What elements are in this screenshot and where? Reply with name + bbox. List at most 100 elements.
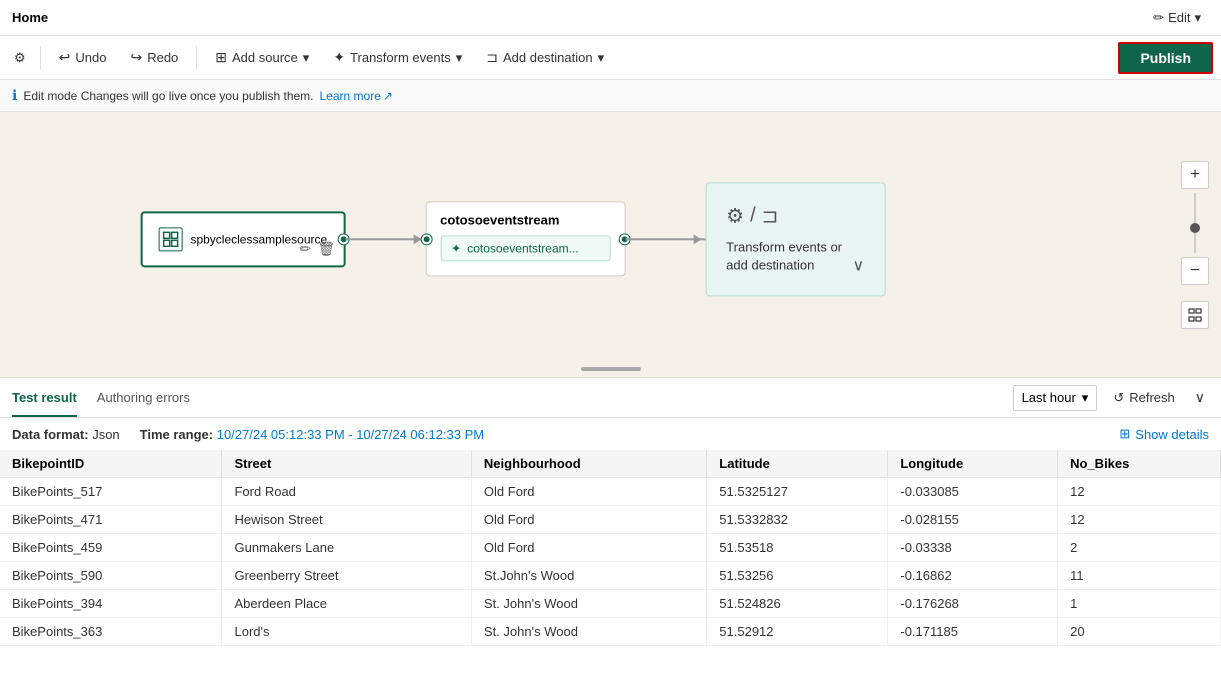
canvas: spbycleclessamplesource ✏ 🗑 cotosoevents… xyxy=(0,112,1221,377)
refresh-icon: ↺ xyxy=(1113,390,1124,406)
stream-node[interactable]: cotosoeventstream ✦ cotosoeventstream... xyxy=(425,202,625,277)
zoom-slider[interactable] xyxy=(1194,193,1196,253)
zoom-controls: + − xyxy=(1181,161,1209,329)
transform-events-chevron-icon: ▾ xyxy=(456,50,463,66)
transform-chevron-icon: ∨ xyxy=(852,255,864,275)
refresh-button[interactable]: ↺ Refresh xyxy=(1105,386,1182,410)
edit-label: Edit xyxy=(1168,10,1190,25)
col-header-bikepointid: BikepointID xyxy=(0,450,222,478)
add-destination-chevron-icon: ▾ xyxy=(598,50,605,66)
toolbar-separator-2 xyxy=(196,46,197,70)
toolbar-separator xyxy=(40,46,41,70)
stream-icon: ✦ xyxy=(451,242,461,256)
refresh-label: Refresh xyxy=(1129,390,1175,405)
transform-line1: Transform events or xyxy=(726,239,842,257)
time-range-group: Time range: 10/27/24 05:12:33 PM - 10/27… xyxy=(140,427,484,442)
stream-node-dot-left xyxy=(421,234,431,244)
transform-node-icons: ⚙ / ⊐ xyxy=(726,204,842,229)
col-header-neighbourhood: Neighbourhood xyxy=(471,450,706,478)
table-row: BikePoints_471Hewison StreetOld Ford51.5… xyxy=(0,506,1221,534)
add-source-chevron-icon: ▾ xyxy=(303,50,310,66)
table-row: BikePoints_363Lord'sSt. John's Wood51.52… xyxy=(0,618,1221,646)
canvas-scrollbar xyxy=(581,367,641,371)
add-destination-label: Add destination xyxy=(503,50,593,65)
data-info-left: Data format: Json Time range: 10/27/24 0… xyxy=(12,427,484,442)
transform-line2: add destination xyxy=(726,257,842,275)
settings-button[interactable]: ⚙ xyxy=(8,44,32,72)
publish-button[interactable]: Publish xyxy=(1118,42,1213,74)
table-row: BikePoints_590Greenberry StreetSt.John's… xyxy=(0,562,1221,590)
source-node-actions: ✏ 🗑 xyxy=(300,240,336,257)
time-select[interactable]: Last hour ▾ xyxy=(1013,385,1098,411)
transform-events-button[interactable]: ✦ Transform events ▾ xyxy=(323,43,472,72)
edit-banner-message: Edit mode Changes will go live once you … xyxy=(23,89,313,103)
data-table: BikepointID Street Neighbourhood Latitud… xyxy=(0,450,1221,699)
zoom-out-button[interactable]: − xyxy=(1181,257,1209,285)
pencil-icon: ✏ xyxy=(1153,10,1164,26)
flow-container: spbycleclessamplesource ✏ 🗑 cotosoevents… xyxy=(140,183,885,296)
undo-button[interactable]: ↩ Undo xyxy=(49,43,117,72)
publish-label: Publish xyxy=(1140,50,1191,66)
source-delete-button[interactable]: 🗑 xyxy=(317,240,335,257)
settings-icon: ⚙ xyxy=(14,50,26,66)
zoom-in-button[interactable]: + xyxy=(1181,161,1209,189)
show-details-label: Show details xyxy=(1135,427,1209,442)
info-icon: ℹ xyxy=(12,87,17,104)
stream-node-body: ✦ cotosoeventstream... xyxy=(440,236,610,262)
table-row: BikePoints_394Aberdeen PlaceSt. John's W… xyxy=(0,590,1221,618)
add-source-label: Add source xyxy=(232,50,298,65)
connector-2 xyxy=(625,238,705,240)
zoom-slider-thumb xyxy=(1190,223,1200,233)
stream-node-title: cotosoeventstream xyxy=(440,213,610,228)
transform-events-icon: ✦ xyxy=(333,49,345,66)
transform-node-text: Transform events or add destination xyxy=(726,239,842,275)
table-row: BikePoints_459Gunmakers LaneOld Ford51.5… xyxy=(0,534,1221,562)
redo-label: Redo xyxy=(147,50,178,65)
source-edit-button[interactable]: ✏ xyxy=(300,240,312,257)
zoom-fit-button[interactable] xyxy=(1181,301,1209,329)
separator-icon: / xyxy=(750,205,756,228)
show-details-button[interactable]: ⊞ Show details xyxy=(1119,426,1209,442)
source-node-icon xyxy=(158,227,182,251)
add-source-icon: ⊞ xyxy=(215,49,227,66)
edit-chevron-icon: ▾ xyxy=(1194,10,1201,26)
data-format-value: Json xyxy=(92,427,119,442)
time-select-value: Last hour xyxy=(1022,390,1076,405)
data-info-row: Data format: Json Time range: 10/27/24 0… xyxy=(0,418,1221,450)
add-destination-icon: ⊐ xyxy=(486,49,498,66)
results-table: BikepointID Street Neighbourhood Latitud… xyxy=(0,450,1221,646)
learn-more-label: Learn more xyxy=(320,89,381,103)
add-destination-button[interactable]: ⊐ Add destination ▾ xyxy=(476,43,614,72)
show-details-icon: ⊞ xyxy=(1119,426,1130,442)
col-header-latitude: Latitude xyxy=(707,450,888,478)
external-link-icon: ↗ xyxy=(383,89,393,103)
bottom-panel: Test result Authoring errors Last hour ▾… xyxy=(0,377,1221,699)
edit-banner: ℹ Edit mode Changes will go live once yo… xyxy=(0,80,1221,112)
page-title: Home xyxy=(12,10,48,25)
col-header-street: Street xyxy=(222,450,471,478)
source-node[interactable]: spbycleclessamplesource ✏ 🗑 xyxy=(140,211,345,267)
redo-button[interactable]: ↪ Redo xyxy=(120,43,188,72)
tab-test-result[interactable]: Test result xyxy=(12,380,77,417)
destination-icon: ⊐ xyxy=(762,204,779,229)
connector-1 xyxy=(345,238,425,240)
toolbar: ⚙ ↩ Undo ↪ Redo ⊞ Add source ▾ ✦ Transfo… xyxy=(0,36,1221,80)
table-row: BikePoints_517Ford RoadOld Ford51.532512… xyxy=(0,478,1221,506)
tabs-right: Last hour ▾ ↺ Refresh ∨ xyxy=(1013,385,1209,411)
stream-body-label: cotosoeventstream... xyxy=(467,242,578,256)
table-header-row: BikepointID Street Neighbourhood Latitud… xyxy=(0,450,1221,478)
transform-events-label: Transform events xyxy=(350,50,451,65)
undo-label: Undo xyxy=(75,50,106,65)
panel-chevron-button[interactable]: ∨ xyxy=(1191,385,1209,410)
gear-icon: ⚙ xyxy=(726,204,744,229)
transform-node[interactable]: ⚙ / ⊐ Transform events or add destinatio… xyxy=(705,183,885,296)
tab-authoring-errors[interactable]: Authoring errors xyxy=(97,380,190,417)
edit-button[interactable]: ✏ Edit ▾ xyxy=(1145,6,1209,30)
add-source-button[interactable]: ⊞ Add source ▾ xyxy=(205,43,319,72)
learn-more-link[interactable]: Learn more ↗ xyxy=(320,89,393,103)
title-bar: Home ✏ Edit ▾ xyxy=(0,0,1221,36)
data-format-group: Data format: Json xyxy=(12,427,120,442)
col-header-nobikes: No_Bikes xyxy=(1058,450,1221,478)
time-select-chevron-icon: ▾ xyxy=(1082,390,1089,406)
tabs-row: Test result Authoring errors Last hour ▾… xyxy=(0,378,1221,418)
